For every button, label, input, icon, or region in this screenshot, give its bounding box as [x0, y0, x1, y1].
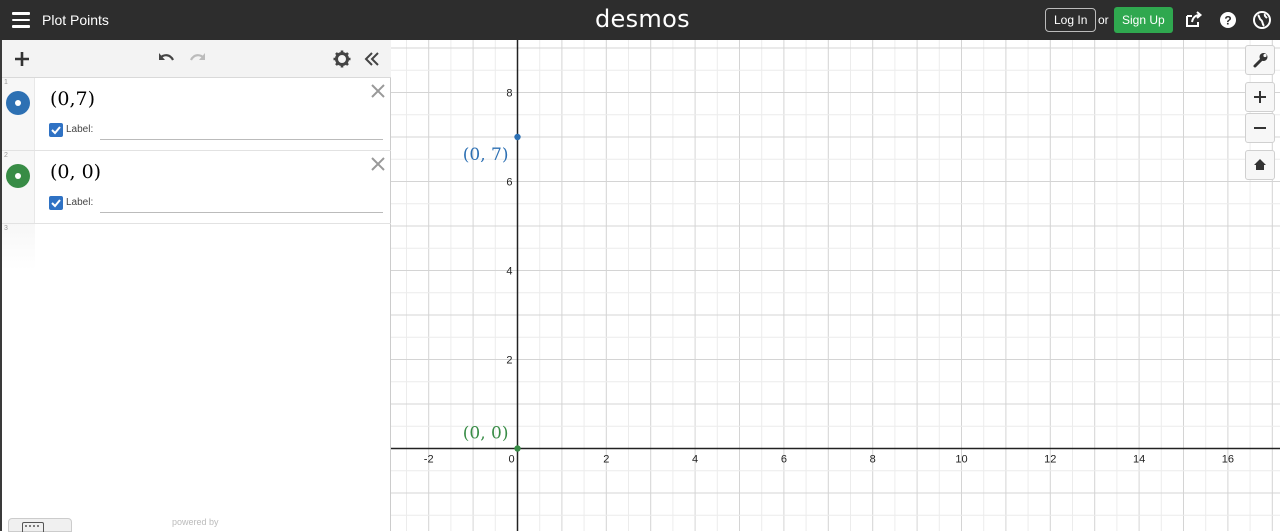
x-tick-label: 14 — [1133, 454, 1145, 466]
collapse-panel-icon[interactable] — [362, 49, 382, 69]
expression-gutter: 2 — [2, 151, 35, 223]
graph-settings-button[interactable] — [1245, 45, 1275, 75]
delete-expression-icon[interactable] — [370, 156, 386, 172]
help-icon[interactable]: ? — [1218, 10, 1238, 30]
wrench-icon — [1246, 46, 1274, 74]
y-tick-label: 4 — [506, 266, 512, 278]
default-zoom-button[interactable] — [1245, 150, 1275, 180]
y-tick-label: 6 — [506, 177, 512, 189]
expression-item-2[interactable]: 2 (0, 0) Label: — [2, 151, 391, 224]
y-tick-label: 2 — [506, 355, 512, 367]
zoom-in-button[interactable] — [1245, 82, 1275, 112]
menu-icon[interactable] — [12, 12, 30, 28]
x-tick-label: 6 — [781, 454, 787, 466]
y-tick-label: 8 — [506, 88, 512, 100]
home-icon — [1246, 151, 1274, 179]
expression-item-3[interactable]: 3 — [2, 224, 391, 270]
expression-list: 1 (0,7) Label: 2 (0, 0) Label: 3 — [2, 40, 391, 531]
expression-item-1[interactable]: 1 (0,7) Label: — [2, 78, 391, 151]
powered-by-text: powered by — [172, 517, 219, 527]
expression-input[interactable]: (0,7) — [50, 88, 95, 110]
label-caption: Label: — [66, 197, 93, 208]
graph-title[interactable]: Plot Points — [42, 12, 109, 28]
x-tick-label: 8 — [870, 454, 876, 466]
x-tick-label: 10 — [955, 454, 967, 466]
graph-canvas[interactable]: -2 0 2 4 6 8 10 12 14 16 2 4 6 8 (0, 7) (0, 0) — [391, 40, 1280, 531]
x-tick-label: 16 — [1222, 454, 1234, 466]
expression-index: 2 — [4, 152, 8, 159]
redo-icon[interactable] — [188, 49, 208, 69]
add-item-icon[interactable] — [12, 49, 32, 69]
point-visibility-icon[interactable] — [6, 91, 30, 115]
plotted-point — [514, 445, 520, 451]
point-label: (0, 0) — [463, 424, 509, 444]
x-tick-label: 12 — [1044, 454, 1056, 466]
expression-index: 3 — [4, 225, 8, 232]
point-label: (0, 7) — [463, 145, 509, 165]
expression-toolbar — [2, 40, 391, 78]
or-text: or — [1098, 13, 1109, 27]
expression-index: 1 — [4, 79, 8, 86]
x-tick-label: 4 — [692, 454, 698, 466]
login-button[interactable]: Log In — [1045, 8, 1096, 32]
signup-button[interactable]: Sign Up — [1114, 7, 1173, 33]
x-tick-label: -2 — [424, 454, 434, 466]
globe-icon[interactable] — [1252, 10, 1272, 30]
zoom-out-button[interactable] — [1245, 113, 1275, 143]
plotted-point — [514, 134, 520, 140]
desmos-logo: desmos — [595, 5, 690, 33]
minus-icon — [1246, 114, 1274, 142]
plus-icon — [1246, 83, 1274, 111]
point-visibility-icon[interactable] — [6, 164, 30, 188]
graph-paper[interactable]: -2 0 2 4 6 8 10 12 14 16 2 4 6 8 (0, 7) (0, 0) — [391, 40, 1280, 531]
share-icon[interactable] — [1184, 10, 1204, 30]
label-checkbox[interactable] — [49, 123, 63, 137]
svg-text:?: ? — [1224, 14, 1231, 28]
expression-gutter: 3 — [2, 224, 35, 270]
label-checkbox[interactable] — [49, 196, 63, 210]
expression-input[interactable]: (0, 0) — [50, 161, 101, 183]
delete-expression-icon[interactable] — [370, 83, 386, 99]
label-text-field[interactable] — [100, 195, 383, 213]
x-tick-label: 2 — [603, 454, 609, 466]
label-text-field[interactable] — [100, 122, 383, 140]
x-tick-label: 0 — [508, 454, 514, 466]
label-caption: Label: — [66, 124, 93, 135]
top-bar: Plot Points desmos Log In or Sign Up ? — [0, 0, 1280, 40]
settings-gear-icon[interactable] — [332, 49, 352, 69]
undo-icon[interactable] — [156, 49, 176, 69]
expression-gutter: 1 — [2, 78, 35, 150]
keyboard-toggle-button[interactable] — [8, 518, 72, 532]
